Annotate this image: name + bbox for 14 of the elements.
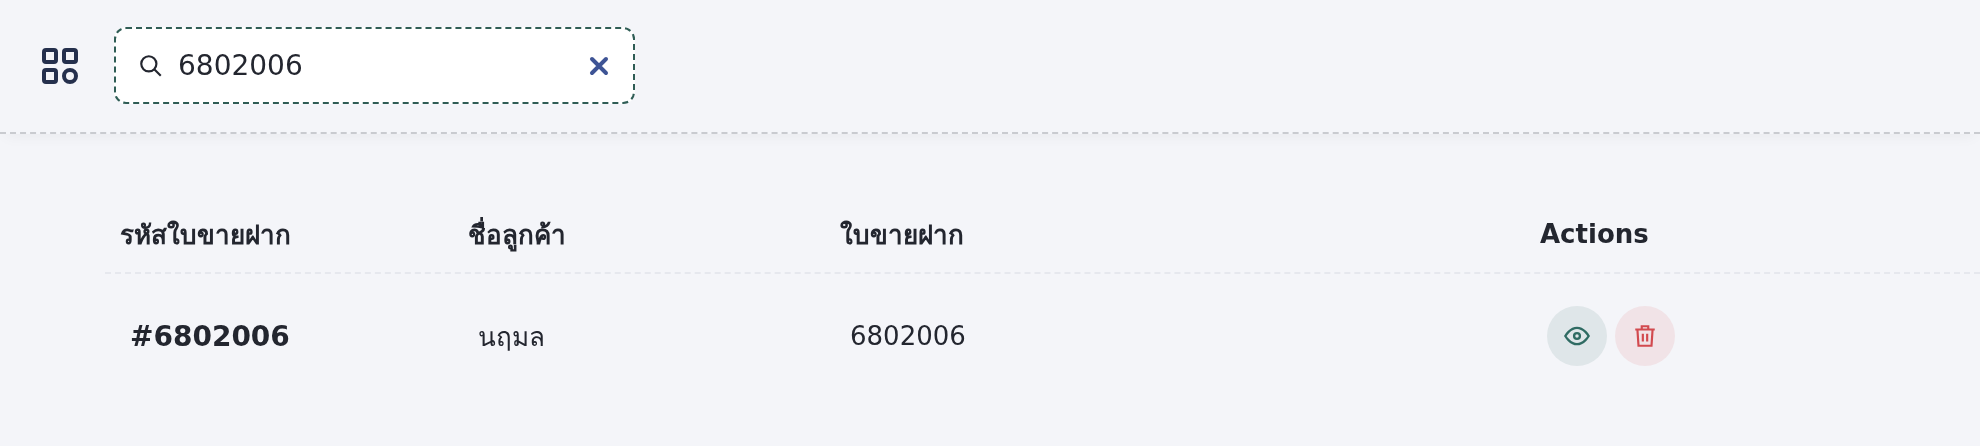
clear-button[interactable] xyxy=(589,55,609,76)
column-header: Actions xyxy=(1539,219,1650,249)
column-header: ชื่อลูกค้า xyxy=(467,216,567,254)
table-cell-text: 6802006 xyxy=(849,321,967,351)
search-field[interactable]: 6802006 xyxy=(114,27,635,104)
trash-icon xyxy=(1632,322,1658,350)
close-icon xyxy=(589,55,609,76)
table-cell-text: นฤมล xyxy=(477,320,546,354)
search-icon xyxy=(138,52,164,79)
column-header: รหัสใบขายฝาก xyxy=(119,218,292,252)
search-input[interactable]: 6802006 xyxy=(176,48,577,83)
table-cell-text: #6802006 xyxy=(129,319,291,353)
column-header: ใบขายฝาก xyxy=(839,218,965,252)
grid-icon[interactable] xyxy=(42,47,78,84)
